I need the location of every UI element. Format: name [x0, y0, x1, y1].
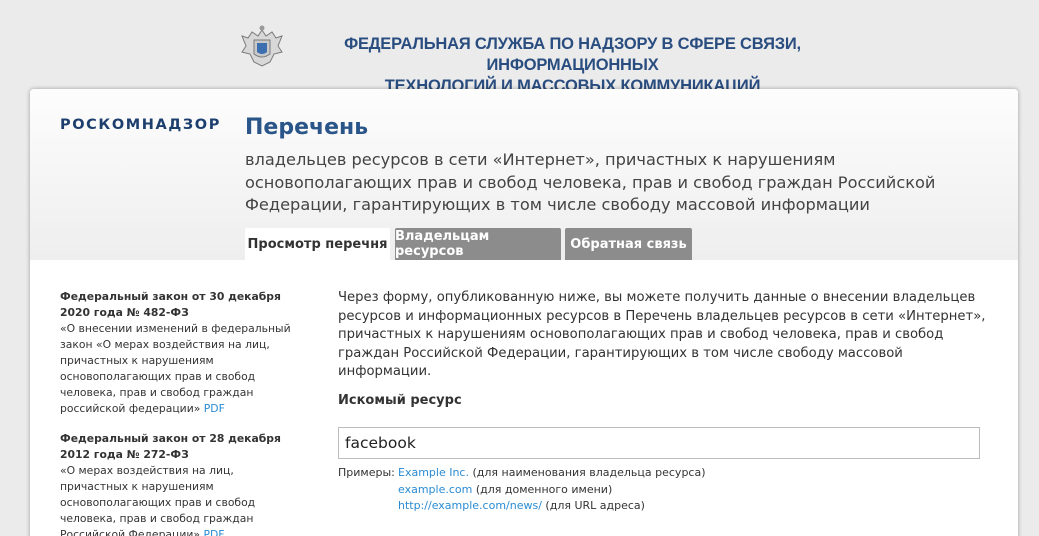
tab-feedback[interactable]: Обратная связь	[565, 228, 692, 260]
roskomnadzor-logo[interactable]: РОСКОМНАДЗОР	[60, 117, 221, 133]
law-description: «О внесении изменений в федеральный зако…	[60, 322, 291, 415]
example-note: (для доменного имени)	[472, 482, 613, 496]
example-row: http://example.com/news/ (для URL адреса…	[338, 498, 706, 515]
law-title: Федеральный закон от 30 декабря 2020 год…	[60, 290, 281, 319]
search-section: Через форму, опубликованную ниже, вы мож…	[338, 289, 998, 512]
example-note: (для URL адреса)	[541, 499, 645, 512]
example-owner-link[interactable]: Example Inc.	[398, 466, 469, 479]
tab-view-list[interactable]: Просмотр перечня	[245, 228, 390, 260]
search-examples: Примеры: Example Inc. (для наименования …	[338, 465, 706, 515]
site-header: ФЕДЕРАЛЬНАЯ СЛУЖБА ПО НАДЗОРУ В СФЕРЕ СВ…	[0, 0, 1039, 95]
card-header: РОСКОМНАДЗОР Перечень владельцев ресурсо…	[30, 89, 1018, 260]
examples-label: Примеры:	[338, 466, 395, 479]
example-row: Примеры: Example Inc. (для наименования …	[338, 465, 706, 482]
law-item: Федеральный закон от 30 декабря 2020 год…	[60, 289, 300, 417]
example-note: (для наименования владельца ресурса)	[468, 466, 706, 479]
content-card: РОСКОМНАДЗОР Перечень владельцев ресурсо…	[30, 89, 1018, 536]
law-item: Федеральный закон от 28 декабря 2012 год…	[60, 431, 300, 536]
coat-of-arms-icon	[241, 25, 283, 67]
intro-text: Через форму, опубликованную ниже, вы мож…	[338, 290, 986, 379]
example-domain-link[interactable]: example.com	[398, 483, 472, 496]
example-row: example.com (для доменного имени)	[338, 482, 706, 499]
search-field-label: Искомый ресурс	[338, 393, 462, 408]
law-description: «О мерах воздействия на лиц, причастных …	[60, 464, 256, 536]
law-pdf-link[interactable]: PDF	[204, 402, 225, 415]
law-pdf-link[interactable]: PDF	[203, 528, 224, 536]
agency-title: ФЕДЕРАЛЬНАЯ СЛУЖБА ПО НАДЗОРУ В СФЕРЕ СВ…	[344, 35, 801, 95]
laws-sidebar: Федеральный закон от 30 декабря 2020 год…	[60, 289, 300, 536]
page-subtitle: владельцев ресурсов в сети «Интернет», п…	[245, 150, 936, 214]
law-title: Федеральный закон от 28 декабря 2012 год…	[60, 432, 281, 461]
tab-resource-owners[interactable]: Владельцам ресурсов	[395, 228, 561, 260]
page-title: Перечень	[245, 115, 369, 140]
resource-search-input[interactable]	[338, 427, 980, 459]
example-url-link[interactable]: http://example.com/news/	[398, 499, 542, 512]
